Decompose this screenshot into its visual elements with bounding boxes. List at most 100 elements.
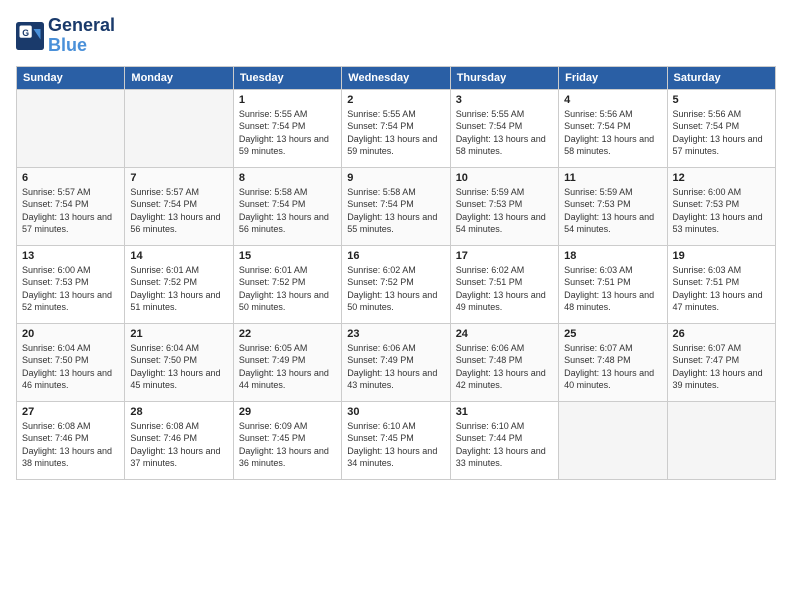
sunset-label: Sunset: 7:54 PM [130, 199, 197, 209]
daylight-label: Daylight: 13 hours and 46 minutes. [22, 368, 112, 391]
sunset-label: Sunset: 7:46 PM [130, 433, 197, 443]
daylight-label: Daylight: 13 hours and 45 minutes. [130, 368, 220, 391]
daylight-label: Daylight: 13 hours and 55 minutes. [347, 212, 437, 235]
calendar-cell: 27 Sunrise: 6:08 AM Sunset: 7:46 PM Dayl… [17, 401, 125, 479]
sunset-label: Sunset: 7:54 PM [347, 121, 414, 131]
day-info: Sunrise: 5:59 AM Sunset: 7:53 PM Dayligh… [456, 186, 553, 236]
day-info: Sunrise: 5:55 AM Sunset: 7:54 PM Dayligh… [347, 108, 444, 158]
sunrise-label: Sunrise: 6:08 AM [130, 421, 199, 431]
day-number: 10 [456, 172, 553, 184]
sunset-label: Sunset: 7:54 PM [239, 199, 306, 209]
daylight-label: Daylight: 13 hours and 51 minutes. [130, 290, 220, 313]
calendar-cell: 14 Sunrise: 6:01 AM Sunset: 7:52 PM Dayl… [125, 245, 233, 323]
daylight-label: Daylight: 13 hours and 56 minutes. [239, 212, 329, 235]
calendar-cell: 4 Sunrise: 5:56 AM Sunset: 7:54 PM Dayli… [559, 89, 667, 167]
sunrise-label: Sunrise: 6:03 AM [673, 265, 742, 275]
sunrise-label: Sunrise: 6:00 AM [673, 187, 742, 197]
daylight-label: Daylight: 13 hours and 44 minutes. [239, 368, 329, 391]
sunset-label: Sunset: 7:54 PM [239, 121, 306, 131]
calendar-cell: 21 Sunrise: 6:04 AM Sunset: 7:50 PM Dayl… [125, 323, 233, 401]
day-number: 9 [347, 172, 444, 184]
sunset-label: Sunset: 7:54 PM [564, 121, 631, 131]
sunset-label: Sunset: 7:53 PM [456, 199, 523, 209]
daylight-label: Daylight: 13 hours and 50 minutes. [239, 290, 329, 313]
sunset-label: Sunset: 7:44 PM [456, 433, 523, 443]
day-info: Sunrise: 6:00 AM Sunset: 7:53 PM Dayligh… [22, 264, 119, 314]
sunrise-label: Sunrise: 5:57 AM [22, 187, 91, 197]
day-number: 26 [673, 328, 770, 340]
sunset-label: Sunset: 7:51 PM [564, 277, 631, 287]
calendar-cell: 20 Sunrise: 6:04 AM Sunset: 7:50 PM Dayl… [17, 323, 125, 401]
calendar-cell: 18 Sunrise: 6:03 AM Sunset: 7:51 PM Dayl… [559, 245, 667, 323]
calendar-cell: 15 Sunrise: 6:01 AM Sunset: 7:52 PM Dayl… [233, 245, 341, 323]
daylight-label: Daylight: 13 hours and 49 minutes. [456, 290, 546, 313]
calendar-cell: 24 Sunrise: 6:06 AM Sunset: 7:48 PM Dayl… [450, 323, 558, 401]
day-number: 16 [347, 250, 444, 262]
calendar-week-row: 20 Sunrise: 6:04 AM Sunset: 7:50 PM Dayl… [17, 323, 776, 401]
day-number: 15 [239, 250, 336, 262]
calendar-week-row: 1 Sunrise: 5:55 AM Sunset: 7:54 PM Dayli… [17, 89, 776, 167]
daylight-label: Daylight: 13 hours and 36 minutes. [239, 446, 329, 469]
weekday-header: Sunday [17, 66, 125, 89]
sunset-label: Sunset: 7:51 PM [673, 277, 740, 287]
day-number: 29 [239, 406, 336, 418]
day-info: Sunrise: 6:10 AM Sunset: 7:44 PM Dayligh… [456, 420, 553, 470]
sunrise-label: Sunrise: 6:02 AM [456, 265, 525, 275]
sunrise-label: Sunrise: 6:02 AM [347, 265, 416, 275]
day-number: 13 [22, 250, 119, 262]
day-number: 4 [564, 94, 661, 106]
day-info: Sunrise: 6:03 AM Sunset: 7:51 PM Dayligh… [564, 264, 661, 314]
calendar-cell [125, 89, 233, 167]
day-info: Sunrise: 6:00 AM Sunset: 7:53 PM Dayligh… [673, 186, 770, 236]
sunrise-label: Sunrise: 5:55 AM [347, 109, 416, 119]
day-info: Sunrise: 6:06 AM Sunset: 7:49 PM Dayligh… [347, 342, 444, 392]
day-info: Sunrise: 6:08 AM Sunset: 7:46 PM Dayligh… [130, 420, 227, 470]
weekday-header: Friday [559, 66, 667, 89]
day-number: 31 [456, 406, 553, 418]
sunset-label: Sunset: 7:45 PM [347, 433, 414, 443]
sunrise-label: Sunrise: 6:07 AM [673, 343, 742, 353]
day-info: Sunrise: 5:56 AM Sunset: 7:54 PM Dayligh… [564, 108, 661, 158]
sunset-label: Sunset: 7:48 PM [456, 355, 523, 365]
calendar-week-row: 13 Sunrise: 6:00 AM Sunset: 7:53 PM Dayl… [17, 245, 776, 323]
day-number: 8 [239, 172, 336, 184]
day-info: Sunrise: 5:55 AM Sunset: 7:54 PM Dayligh… [456, 108, 553, 158]
day-number: 24 [456, 328, 553, 340]
weekday-header: Saturday [667, 66, 775, 89]
day-info: Sunrise: 5:55 AM Sunset: 7:54 PM Dayligh… [239, 108, 336, 158]
daylight-label: Daylight: 13 hours and 56 minutes. [130, 212, 220, 235]
daylight-label: Daylight: 13 hours and 37 minutes. [130, 446, 220, 469]
logo: G General Blue [16, 16, 115, 56]
calendar-cell [667, 401, 775, 479]
daylight-label: Daylight: 13 hours and 52 minutes. [22, 290, 112, 313]
sunset-label: Sunset: 7:52 PM [347, 277, 414, 287]
calendar-cell: 29 Sunrise: 6:09 AM Sunset: 7:45 PM Dayl… [233, 401, 341, 479]
daylight-label: Daylight: 13 hours and 57 minutes. [22, 212, 112, 235]
calendar-table: SundayMondayTuesdayWednesdayThursdayFrid… [16, 66, 776, 480]
day-number: 27 [22, 406, 119, 418]
sunrise-label: Sunrise: 6:06 AM [347, 343, 416, 353]
header: G General Blue [16, 16, 776, 56]
daylight-label: Daylight: 13 hours and 47 minutes. [673, 290, 763, 313]
weekday-header: Wednesday [342, 66, 450, 89]
day-info: Sunrise: 5:59 AM Sunset: 7:53 PM Dayligh… [564, 186, 661, 236]
calendar-cell: 7 Sunrise: 5:57 AM Sunset: 7:54 PM Dayli… [125, 167, 233, 245]
day-info: Sunrise: 5:58 AM Sunset: 7:54 PM Dayligh… [239, 186, 336, 236]
day-info: Sunrise: 5:57 AM Sunset: 7:54 PM Dayligh… [22, 186, 119, 236]
sunset-label: Sunset: 7:53 PM [673, 199, 740, 209]
sunrise-label: Sunrise: 5:55 AM [239, 109, 308, 119]
svg-text:G: G [22, 28, 29, 38]
day-number: 30 [347, 406, 444, 418]
sunset-label: Sunset: 7:50 PM [22, 355, 89, 365]
day-number: 20 [22, 328, 119, 340]
sunset-label: Sunset: 7:47 PM [673, 355, 740, 365]
daylight-label: Daylight: 13 hours and 42 minutes. [456, 368, 546, 391]
day-number: 12 [673, 172, 770, 184]
day-info: Sunrise: 5:56 AM Sunset: 7:54 PM Dayligh… [673, 108, 770, 158]
calendar-cell: 5 Sunrise: 5:56 AM Sunset: 7:54 PM Dayli… [667, 89, 775, 167]
sunrise-label: Sunrise: 5:55 AM [456, 109, 525, 119]
day-info: Sunrise: 6:10 AM Sunset: 7:45 PM Dayligh… [347, 420, 444, 470]
calendar-cell: 13 Sunrise: 6:00 AM Sunset: 7:53 PM Dayl… [17, 245, 125, 323]
sunrise-label: Sunrise: 6:05 AM [239, 343, 308, 353]
day-info: Sunrise: 6:03 AM Sunset: 7:51 PM Dayligh… [673, 264, 770, 314]
